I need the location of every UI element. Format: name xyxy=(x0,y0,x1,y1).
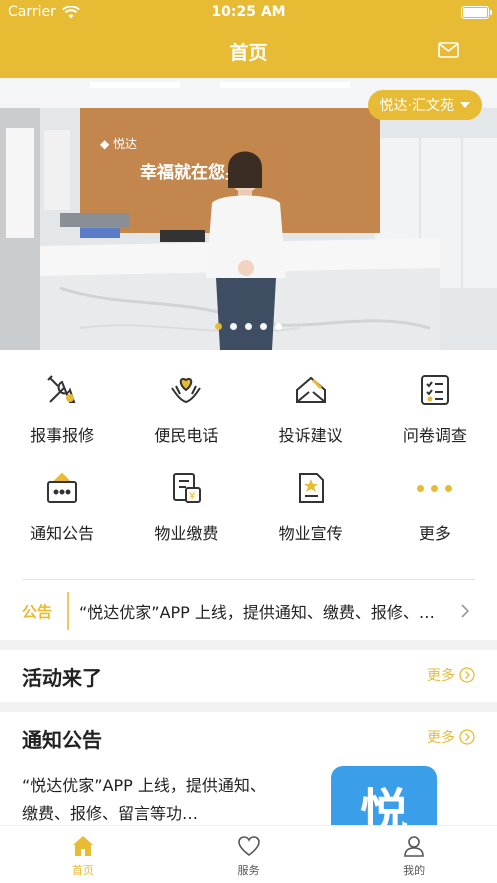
service-item-payment[interactable]: ¥ 物业缴费 xyxy=(124,468,248,548)
notice-tag: 公告 xyxy=(22,602,53,621)
promo-document-icon xyxy=(291,468,331,508)
service-label: 投诉建议 xyxy=(278,426,343,445)
services-panel: 报事报修 便民电话 投诉建议 问卷调查 通知公告 ¥ 物业缴费 物业宣传 更多 … xyxy=(0,350,497,640)
activities-more-link[interactable]: 更多 xyxy=(427,665,475,685)
service-label: 问卷调查 xyxy=(402,426,467,445)
tab-profile[interactable]: 我的 xyxy=(331,826,497,883)
mail-icon[interactable] xyxy=(438,42,459,58)
battery-icon xyxy=(461,6,492,19)
carousel-dot[interactable] xyxy=(245,323,252,330)
service-label: 报事报修 xyxy=(30,426,95,445)
service-item-notice[interactable]: 通知公告 xyxy=(0,468,124,548)
tab-bar: 首页 服务 我的 xyxy=(0,825,497,883)
community-selector[interactable]: 悦达·汇文苑 xyxy=(367,90,482,120)
more-label: 更多 xyxy=(427,668,455,684)
service-item-complaint[interactable]: 投诉建议 xyxy=(249,370,373,450)
profile-icon xyxy=(404,836,424,857)
repair-tools-icon xyxy=(42,370,82,410)
notice-separator xyxy=(67,592,69,630)
checklist-icon xyxy=(415,370,455,410)
service-label: 物业缴费 xyxy=(154,524,219,543)
page-title: 首页 xyxy=(229,42,268,64)
carousel-dot[interactable] xyxy=(260,323,267,330)
tab-label: 我的 xyxy=(403,864,426,877)
payment-bill-icon: ¥ xyxy=(166,468,206,508)
service-item-promotion[interactable]: 物业宣传 xyxy=(249,468,373,548)
tab-label: 首页 xyxy=(71,864,94,877)
service-label: 通知公告 xyxy=(30,524,95,543)
caret-down-icon xyxy=(460,102,470,108)
circle-chevron-right-icon xyxy=(459,667,475,683)
community-name: 悦达·汇文苑 xyxy=(379,98,454,114)
service-item-survey[interactable]: 问卷调查 xyxy=(373,370,497,450)
activities-title: 活动来了 xyxy=(22,666,102,690)
tab-label: 服务 xyxy=(237,864,260,877)
notice-text: “悦达优家”APP 上线，提供通知、缴费、报修、留言等功能 xyxy=(79,603,439,622)
announcements-section: 通知公告 更多 “悦达优家”APP 上线，提供通知、缴费、报修、留言等功… 悦 xyxy=(0,712,497,825)
service-item-phone[interactable]: 便民电话 xyxy=(124,370,248,450)
activities-section: 活动来了 更多 xyxy=(0,650,497,702)
carousel-dots xyxy=(0,323,497,330)
envelope-pen-icon xyxy=(291,370,331,410)
notice-ticker[interactable]: 公告 “悦达优家”APP 上线，提供通知、缴费、报修、留言等功能 xyxy=(0,590,497,632)
service-grid: 报事报修 便民电话 投诉建议 问卷调查 通知公告 ¥ 物业缴费 物业宣传 更多 xyxy=(0,370,497,548)
heart-hands-icon xyxy=(166,370,206,410)
service-label: 便民电话 xyxy=(154,426,219,445)
carousel-dot[interactable] xyxy=(275,323,282,330)
divider xyxy=(22,579,475,580)
notice-board-icon xyxy=(42,468,82,508)
service-item-more[interactable]: 更多 xyxy=(373,468,497,548)
clock: 10:25 AM xyxy=(211,4,286,20)
service-label: 物业宣传 xyxy=(278,524,343,543)
banner-carousel[interactable]: ◆ 悦达 幸福就在您身边 悦达·汇文苑 xyxy=(0,78,497,350)
tab-services[interactable]: 服务 xyxy=(166,826,332,883)
more-label: 更多 xyxy=(427,730,455,746)
service-item-repair[interactable]: 报事报修 xyxy=(0,370,124,450)
heart-icon xyxy=(237,836,260,857)
announcement-thumbnail[interactable]: 悦 xyxy=(331,766,437,825)
status-bar: Carrier 10:25 AM xyxy=(0,0,497,26)
chevron-right-icon xyxy=(461,604,469,618)
svg-text:◆ 悦达: ◆ 悦达 xyxy=(100,137,137,151)
tab-home[interactable]: 首页 xyxy=(0,826,166,883)
announcement-item-text[interactable]: “悦达优家”APP 上线，提供通知、缴费、报修、留言等功… xyxy=(22,772,272,825)
circle-chevron-right-icon xyxy=(459,729,475,745)
svg-text:¥: ¥ xyxy=(189,491,195,502)
app-header: Carrier 10:25 AM 首页 xyxy=(0,0,497,78)
home-icon xyxy=(72,836,93,856)
carousel-dot[interactable] xyxy=(215,323,222,330)
service-label: 更多 xyxy=(418,524,451,543)
more-dots-icon xyxy=(415,468,455,508)
carousel-dot[interactable] xyxy=(230,323,237,330)
announcements-title: 通知公告 xyxy=(22,728,102,752)
announcements-more-link[interactable]: 更多 xyxy=(427,727,475,747)
logo-char: 悦 xyxy=(359,784,408,825)
